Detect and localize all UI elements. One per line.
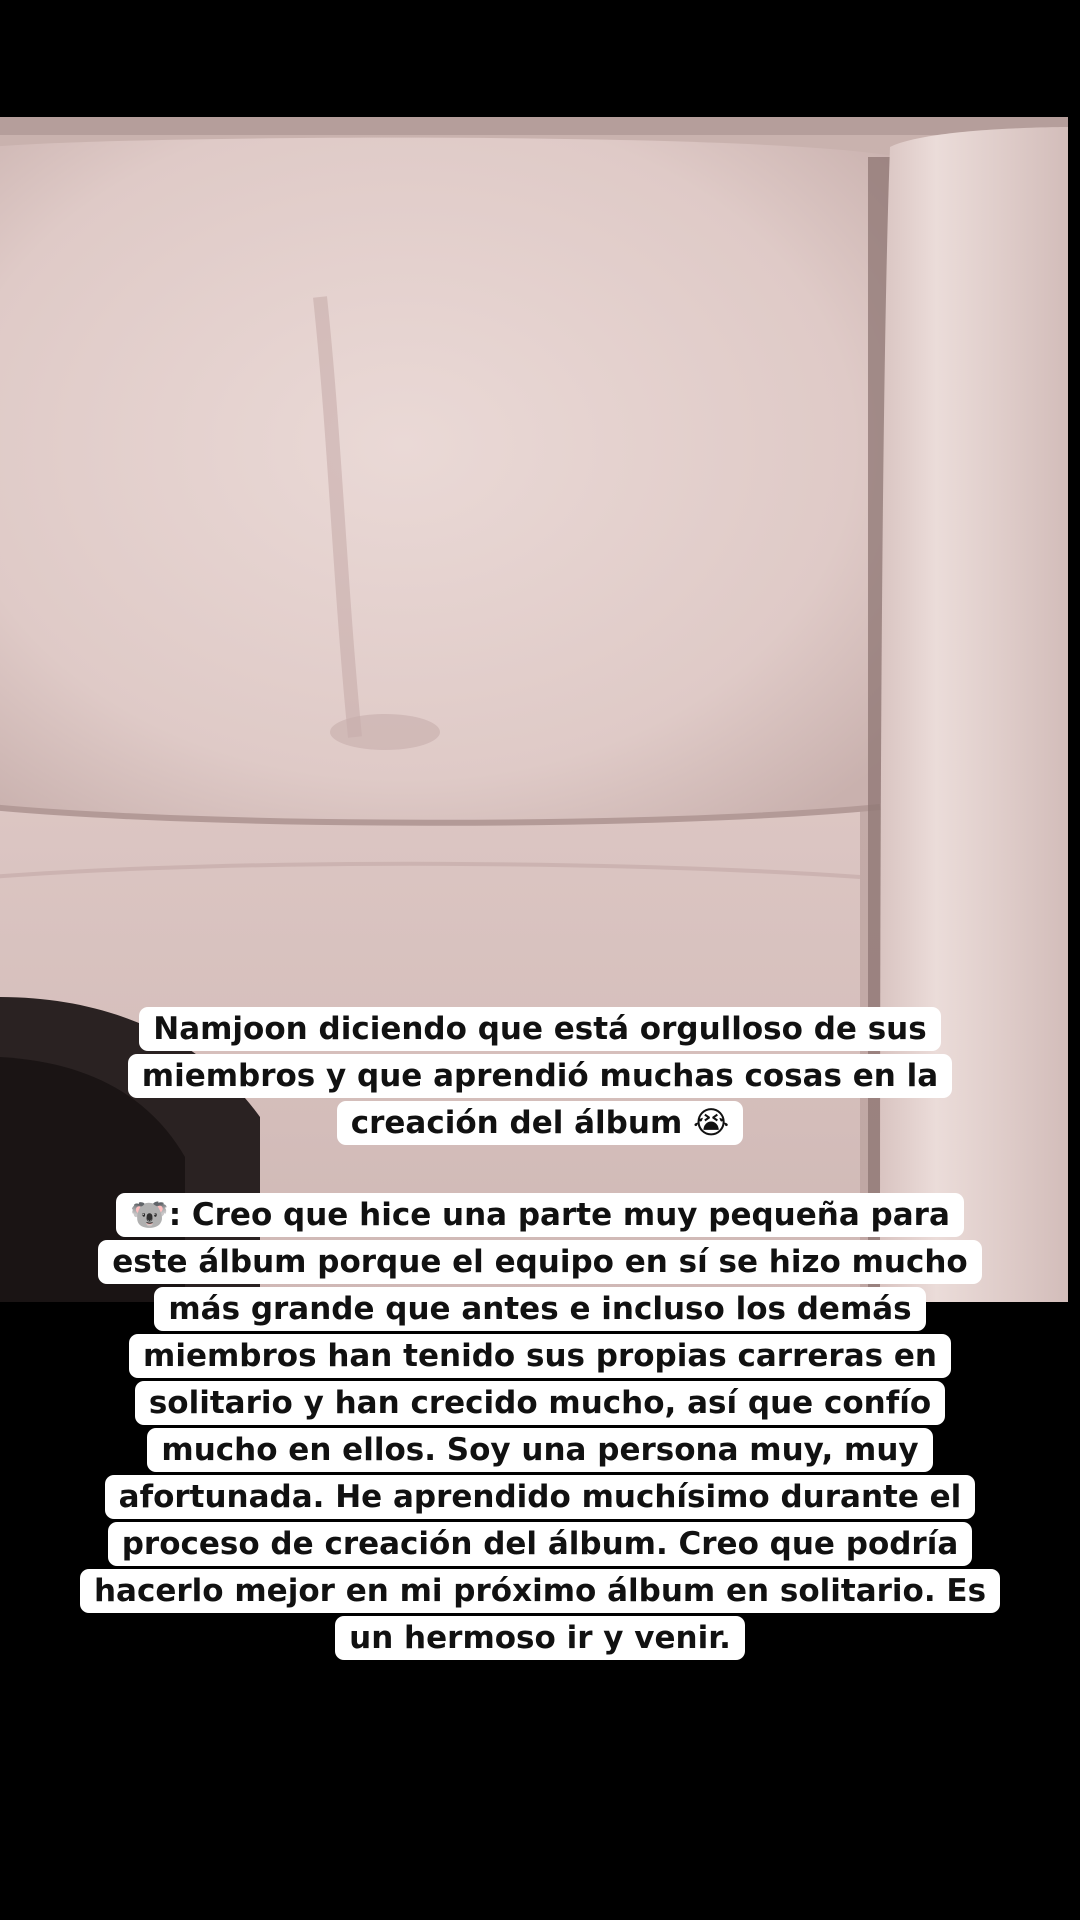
caption-line: miembros han tenido sus propias carreras…	[129, 1334, 951, 1378]
caption-line: Namjoon diciendo que está orgulloso de s…	[139, 1007, 941, 1051]
caption-title: Namjoon diciendo que está orgulloso de s…	[0, 1006, 1080, 1147]
caption-line: solitario y han crecido mucho, así que c…	[134, 1381, 946, 1425]
caption-line: afortunada. He aprendido muchísimo duran…	[104, 1475, 976, 1519]
caption-line: 🐨: Creo que hice una parte muy pequeña p…	[116, 1193, 964, 1237]
caption-line: este álbum porque el equipo en sí se hiz…	[98, 1240, 982, 1284]
caption-line: creación del álbum 😭	[336, 1101, 744, 1145]
caption-overlay: Namjoon diciendo que está orgulloso de s…	[0, 1006, 1080, 1662]
caption-line: un hermoso ir y venir.	[335, 1616, 745, 1660]
caption-quote: 🐨: Creo que hice una parte muy pequeña p…	[0, 1192, 1080, 1662]
caption-line: mucho en ellos. Soy una persona muy, muy	[147, 1428, 933, 1472]
caption-line: proceso de creación del álbum. Creo que …	[107, 1522, 973, 1566]
caption-line: hacerlo mejor en mi próximo álbum en sol…	[79, 1569, 1001, 1613]
caption-line: más grande que antes e incluso los demás	[154, 1287, 926, 1331]
caption-line: miembros y que aprendió muchas cosas en …	[127, 1054, 953, 1098]
